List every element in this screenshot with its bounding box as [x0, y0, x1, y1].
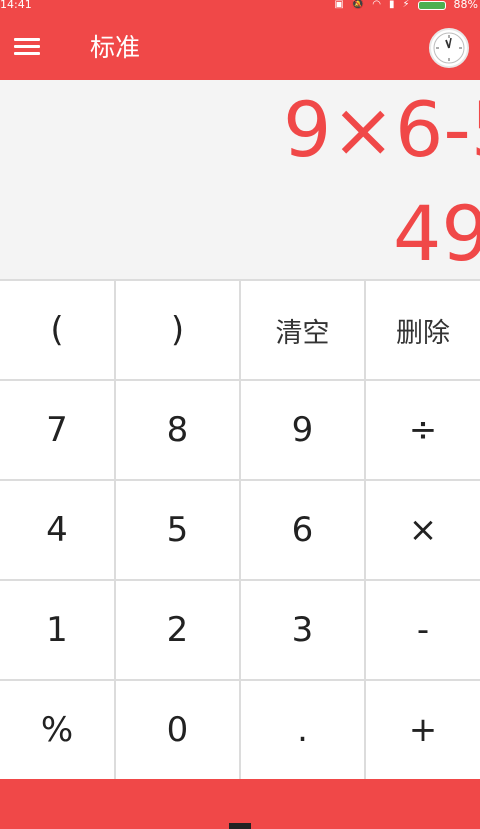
page-title: 标准 [90, 33, 141, 62]
digit-8-key[interactable]: 8 [116, 379, 241, 479]
digit-7-key[interactable]: 7 [0, 379, 116, 479]
drag-handle-icon [229, 823, 251, 829]
digit-0-key[interactable]: 0 [116, 679, 241, 779]
digit-9-key[interactable]: 9 [241, 379, 366, 479]
multiply-key[interactable]: × [366, 479, 480, 579]
digit-1-key[interactable]: 1 [0, 579, 116, 679]
result-text: 49 [393, 189, 480, 278]
status-time: 14:41 [0, 0, 32, 11]
battery-icon [417, 0, 446, 10]
digit-3-key[interactable]: 3 [241, 579, 366, 679]
divide-key[interactable]: ÷ [366, 379, 480, 479]
wifi-icon: ◠ [372, 0, 381, 10]
charging-icon: ⚡ [402, 0, 410, 10]
percent-key[interactable]: % [0, 679, 116, 779]
digit-2-key[interactable]: 2 [116, 579, 241, 679]
keypad: ( ) 清空 删除 7 8 9 ÷ 4 5 6 × 1 2 3 - % 0 . … [0, 279, 480, 779]
expression-text: 9×6-5 [283, 85, 480, 174]
digit-4-key[interactable]: 4 [0, 479, 116, 579]
open-paren-key[interactable]: ( [0, 279, 116, 379]
app-bar: 标准 [0, 12, 480, 80]
mute-icon: 🔕 [351, 0, 365, 10]
clock-icon[interactable] [429, 28, 469, 68]
clear-button[interactable]: 清空 [241, 279, 366, 379]
digit-6-key[interactable]: 6 [241, 479, 366, 579]
calculator-display: 9×6-5 49 [0, 80, 480, 279]
status-bar: 14:41 ▣ 🔕 ◠ ▮ ⚡ 88% [0, 0, 480, 12]
digit-5-key[interactable]: 5 [116, 479, 241, 579]
delete-button[interactable]: 删除 [366, 279, 480, 379]
subtract-key[interactable]: - [366, 579, 480, 679]
signal-icon: ▮ [389, 0, 395, 10]
sim-icon: ▣ [334, 0, 344, 10]
equals-bar[interactable] [0, 779, 480, 829]
hamburger-menu-icon[interactable] [14, 36, 42, 58]
status-icons: ▣ 🔕 ◠ ▮ ⚡ 88% [334, 0, 478, 11]
battery-percent: 88% [453, 0, 478, 11]
decimal-point-key[interactable]: . [241, 679, 366, 779]
close-paren-key[interactable]: ) [116, 279, 241, 379]
add-key[interactable]: + [366, 679, 480, 779]
